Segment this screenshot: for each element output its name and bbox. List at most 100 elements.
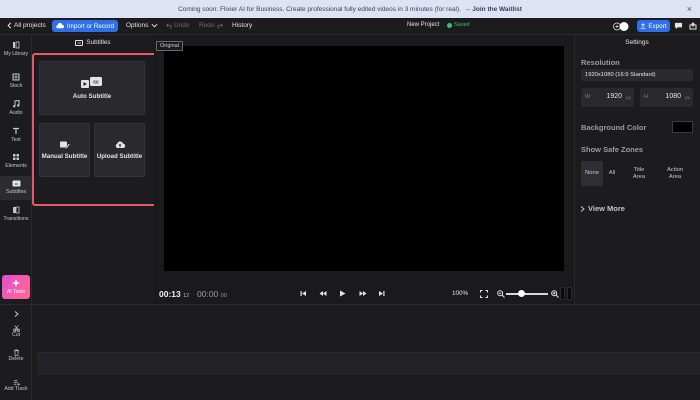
height-field-label: H xyxy=(644,94,648,100)
theme-toggle-icon[interactable] xyxy=(612,21,630,32)
view-more-button[interactable]: View More xyxy=(580,204,625,213)
nav-label: Elements xyxy=(5,163,27,169)
project-name[interactable]: New Project xyxy=(407,22,439,28)
nav-label: Subtitles xyxy=(6,189,26,195)
current-time-value: 00:13 xyxy=(159,289,181,299)
sidebar-item-text[interactable]: Text xyxy=(0,127,32,143)
zoom-slider[interactable] xyxy=(506,293,548,295)
width-field-label: W xyxy=(585,94,591,100)
saved-label: Saved xyxy=(454,22,470,28)
zone-none[interactable]: None xyxy=(581,161,603,186)
original-tag[interactable]: Original xyxy=(156,41,183,51)
resolution-select[interactable]: 1920x1080 (16:9 Standard) xyxy=(581,69,693,81)
stock-icon xyxy=(12,73,20,81)
nav-label: Audio xyxy=(9,110,23,116)
sidebar-item-audio[interactable]: Audio xyxy=(0,100,32,116)
timeline-toolbar: Cut Delete Add Track xyxy=(0,304,32,400)
sparkle-icon xyxy=(12,279,20,287)
scissors-icon xyxy=(12,325,20,332)
all-projects-button[interactable]: All projects xyxy=(6,22,46,29)
fast-forward-icon[interactable] xyxy=(359,290,367,297)
width-field[interactable]: W 1920 px xyxy=(581,88,634,107)
chat-icon[interactable] xyxy=(674,22,683,30)
cloud-upload-icon xyxy=(56,23,64,29)
zoom-out-icon[interactable] xyxy=(497,290,505,298)
sidebar-item-my-library[interactable]: My Library xyxy=(0,41,32,57)
total-time-value: 00:00 xyxy=(197,289,219,299)
skip-start-icon[interactable] xyxy=(300,290,307,297)
music-icon xyxy=(13,100,20,108)
svg-text:cc: cc xyxy=(93,79,99,85)
safe-zones-label: Show Safe Zones xyxy=(581,145,644,154)
import-or-record-button[interactable]: Import or Record xyxy=(52,20,118,32)
nav-label: My Library xyxy=(3,51,29,57)
fullscreen-icon[interactable] xyxy=(480,290,488,298)
height-field[interactable]: H 1080 px xyxy=(640,88,693,107)
svg-text:cc: cc xyxy=(14,182,18,186)
add-track-button[interactable]: Add Track xyxy=(0,379,32,392)
close-banner-button[interactable]: × xyxy=(687,4,692,14)
cut-button[interactable]: Cut xyxy=(0,325,32,338)
split-view-toggle[interactable] xyxy=(560,287,572,300)
import-label: Import or Record xyxy=(66,22,115,30)
upload-subtitle-button[interactable]: Upload Subtitle xyxy=(94,123,145,177)
manual-subtitle-button[interactable]: Manual Subtitle xyxy=(39,123,90,177)
ai-tools-button[interactable]: AI Tools xyxy=(2,275,30,299)
zoom-slider-handle[interactable] xyxy=(517,290,525,297)
delete-button[interactable]: Delete xyxy=(0,349,32,362)
total-time: 00:00 00 xyxy=(197,289,227,299)
transitions-icon xyxy=(13,206,20,214)
height-field-value: 1080 xyxy=(665,93,681,100)
timeline-track[interactable] xyxy=(37,352,700,374)
banner-text: Coming soon: Flixier AI for Business. Cr… xyxy=(178,5,461,13)
auto-subtitle-button[interactable]: cc Auto Subtitle xyxy=(39,61,145,115)
resolution-label: Resolution xyxy=(581,58,620,67)
zoom-in-icon[interactable] xyxy=(551,290,559,298)
saved-status: Saved xyxy=(447,22,470,28)
redo-button[interactable]: Redo xyxy=(199,22,223,29)
zone-action-area[interactable]: Action Area xyxy=(657,161,693,186)
panel-title: cc Subtitles xyxy=(32,39,154,46)
nav-label: Text xyxy=(11,137,21,143)
height-unit: px xyxy=(685,95,690,100)
undo-button[interactable]: Undo xyxy=(166,22,190,29)
skip-end-icon[interactable] xyxy=(378,290,385,297)
auto-subtitle-icon: cc xyxy=(81,76,102,88)
background-color-swatch[interactable] xyxy=(672,121,693,133)
ai-tools-label: AI Tools xyxy=(6,289,26,295)
share-icon[interactable] xyxy=(689,22,697,30)
options-menu[interactable]: Options xyxy=(126,22,158,29)
export-button[interactable]: Export xyxy=(637,20,670,32)
video-canvas[interactable] xyxy=(164,46,564,271)
sidebar-item-subtitles[interactable]: cc Subtitles xyxy=(0,176,32,200)
history-button[interactable]: History xyxy=(232,22,252,29)
add-track-label: Add Track xyxy=(4,386,28,392)
join-waitlist-link[interactable]: → Join the Waitlist xyxy=(464,6,522,13)
announcement-banner: Coming soon: Flixier AI for Business. Cr… xyxy=(0,0,700,18)
sidebar-item-elements[interactable]: Elements xyxy=(0,153,32,169)
export-icon xyxy=(641,23,646,29)
rewind-icon[interactable] xyxy=(319,290,327,297)
total-time-frames: 00 xyxy=(220,293,227,299)
nav-label: Stock xyxy=(9,83,23,89)
sidebar-item-transitions[interactable]: Transitions xyxy=(0,206,32,222)
manual-subtitle-label: Manual Subtitle xyxy=(41,152,88,160)
play-icon[interactable] xyxy=(339,290,346,297)
elements-icon xyxy=(13,154,19,160)
library-icon xyxy=(13,41,20,49)
chevron-right-icon xyxy=(14,311,19,317)
add-track-icon xyxy=(13,380,20,386)
sidebar-item-stock[interactable]: Stock xyxy=(0,73,32,89)
current-time-frames: 12 xyxy=(183,293,190,299)
collapse-button[interactable] xyxy=(0,311,32,317)
zone-all[interactable]: All xyxy=(603,161,621,186)
zoom-percentage[interactable]: 100% xyxy=(452,290,468,297)
background-color-label: Background Color xyxy=(581,123,647,132)
redo-icon xyxy=(216,22,223,29)
chevron-right-icon xyxy=(580,205,585,212)
top-toolbar: All projects Import or Record Options Un… xyxy=(0,18,700,35)
panel-title-label: Subtitles xyxy=(86,39,111,46)
auto-subtitle-label: Auto Subtitle xyxy=(72,92,112,100)
zone-title-area[interactable]: Title Area xyxy=(621,161,657,186)
nav-label: Transitions xyxy=(3,216,29,222)
